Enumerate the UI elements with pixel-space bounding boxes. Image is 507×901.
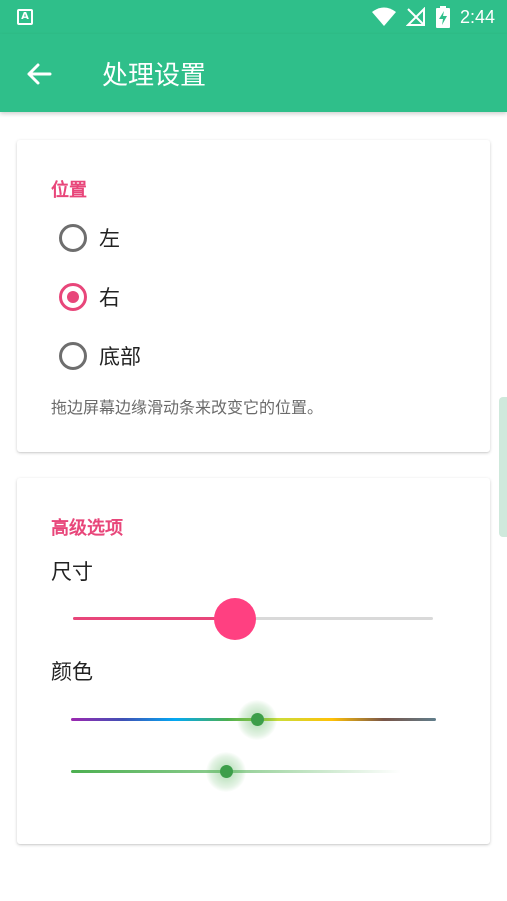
- status-bar: A 2:44: [0, 0, 507, 34]
- wifi-icon: [371, 7, 396, 26]
- opacity-slider[interactable]: [71, 752, 401, 792]
- no-signal-icon: [405, 7, 425, 26]
- size-label: 尺寸: [51, 560, 93, 584]
- radio-label-right: 右: [99, 286, 120, 310]
- hue-slider-thumb[interactable]: [250, 713, 264, 726]
- radio-option-bottom[interactable]: 底部: [59, 338, 141, 374]
- opacity-slider-thumb[interactable]: [219, 765, 233, 778]
- radio-option-left[interactable]: 左: [59, 220, 120, 256]
- battery-charging-icon: [435, 6, 450, 28]
- page-title: 处理设置: [102, 61, 207, 91]
- radio-label-bottom: 底部: [99, 345, 141, 369]
- radio-button-left[interactable]: [59, 224, 87, 252]
- position-card: 位置 左 右 底部 拖边屏幕边缘滑动条来改变它的位置。: [17, 140, 490, 452]
- radio-option-right[interactable]: 右: [59, 279, 120, 315]
- radio-label-left: 左: [99, 227, 120, 251]
- app-notification-icon: A: [17, 9, 33, 25]
- advanced-section-title: 高级选项: [51, 518, 123, 539]
- position-hint-text: 拖边屏幕边缘滑动条来改变它的位置。: [51, 398, 324, 417]
- size-slider-thumb[interactable]: [214, 598, 256, 640]
- color-label: 颜色: [51, 660, 93, 684]
- edge-handle-indicator[interactable]: [499, 397, 507, 537]
- size-slider-fill: [73, 617, 235, 620]
- status-time: 2:44: [459, 6, 495, 27]
- radio-button-bottom[interactable]: [59, 342, 87, 370]
- position-section-title: 位置: [51, 180, 87, 201]
- status-icons: 2:44: [371, 5, 495, 29]
- advanced-card: 高级选项 尺寸 颜色: [17, 478, 490, 844]
- size-slider[interactable]: [73, 598, 433, 640]
- app-bar: 处理设置: [0, 34, 507, 112]
- back-arrow-icon[interactable]: [24, 59, 54, 89]
- hue-slider[interactable]: [71, 700, 436, 740]
- radio-button-right[interactable]: [59, 283, 87, 311]
